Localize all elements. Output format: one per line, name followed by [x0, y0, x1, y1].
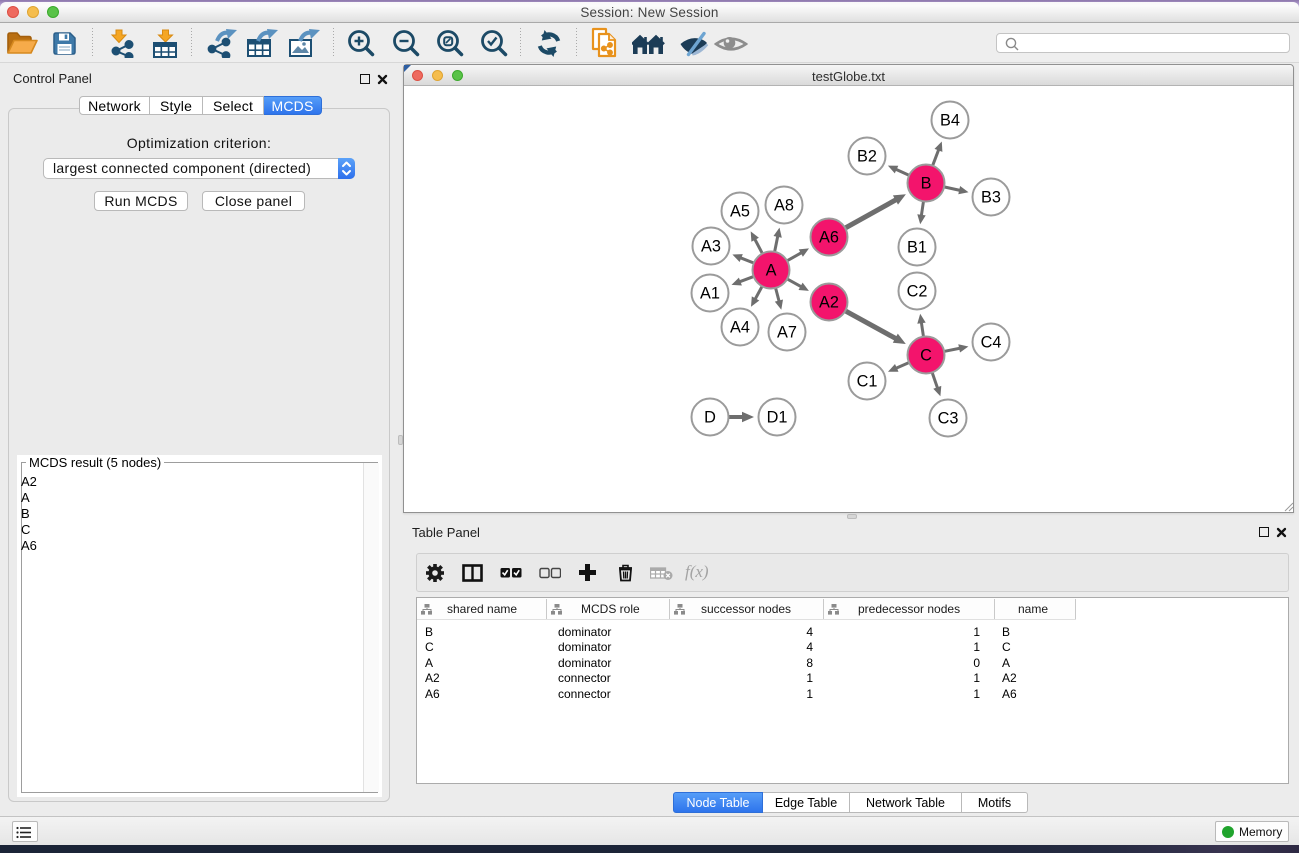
svg-text:C4: C4	[981, 334, 1002, 352]
svg-text:A7: A7	[777, 324, 797, 342]
svg-text:A3: A3	[701, 238, 721, 256]
svg-text:C: C	[920, 347, 932, 365]
svg-text:B2: B2	[857, 148, 877, 166]
svg-text:C3: C3	[938, 410, 959, 428]
svg-text:D1: D1	[767, 409, 788, 427]
svg-text:A: A	[766, 262, 777, 280]
svg-text:A4: A4	[730, 319, 750, 337]
svg-text:A8: A8	[774, 197, 794, 215]
svg-text:B1: B1	[907, 239, 927, 257]
svg-text:B4: B4	[940, 112, 960, 130]
svg-text:D: D	[704, 409, 716, 427]
svg-text:A5: A5	[730, 203, 750, 221]
svg-text:B3: B3	[981, 189, 1001, 207]
svg-text:A6: A6	[819, 229, 839, 247]
svg-text:B: B	[921, 175, 932, 193]
svg-text:A1: A1	[700, 285, 720, 303]
svg-text:C1: C1	[857, 373, 878, 391]
svg-text:A2: A2	[819, 294, 839, 312]
svg-text:C2: C2	[907, 283, 928, 301]
